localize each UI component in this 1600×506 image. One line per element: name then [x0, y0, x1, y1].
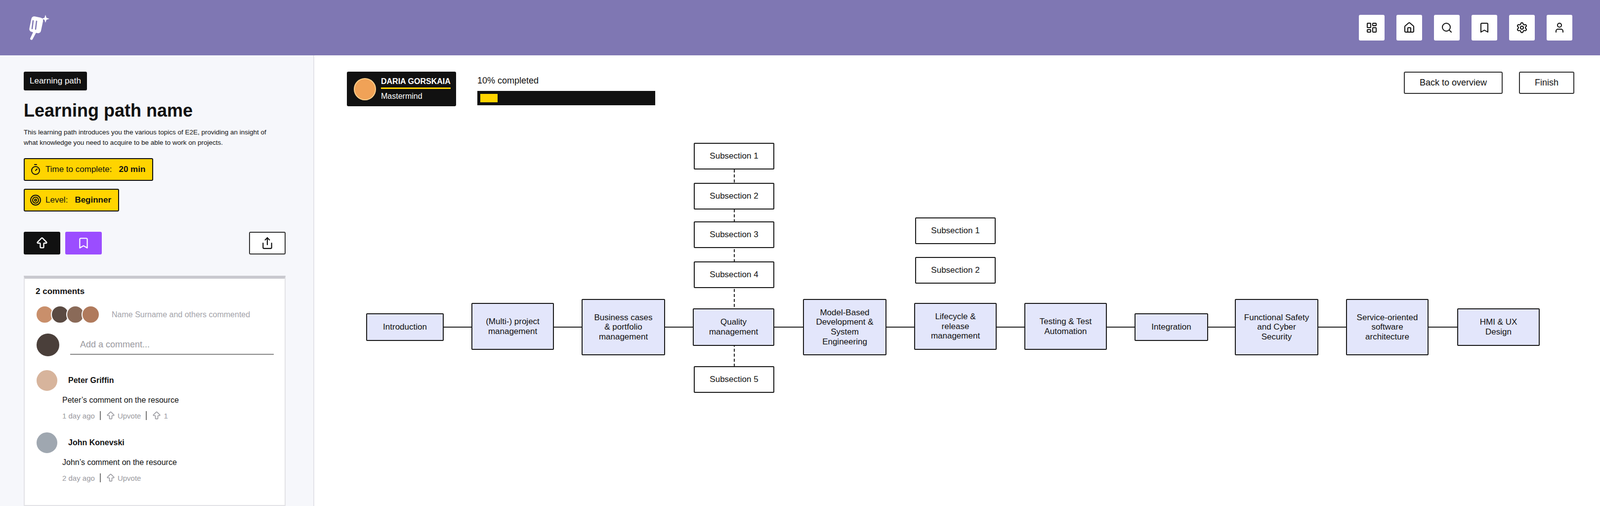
path-node[interactable]: Testing & Test Automation	[1024, 302, 1107, 350]
description: This learning path introduces you the va…	[23, 126, 271, 148]
user-role: Mastermind	[380, 91, 451, 101]
progress: 10% completed	[477, 71, 656, 106]
user-name: DARIA GORSKAIA	[380, 77, 451, 89]
top-bar	[0, 0, 1600, 56]
comment-input[interactable]	[70, 335, 274, 355]
title: Learning path name	[23, 100, 193, 122]
home-button[interactable]	[1396, 14, 1423, 41]
comment-upvote-button[interactable]: Upvote	[105, 472, 142, 483]
comment-author: Peter Griffin	[68, 376, 114, 385]
comment-meta: 2 day ago Upvote	[62, 472, 274, 483]
subsection-node[interactable]: Subsection 3	[693, 221, 775, 249]
comment-upvote-button[interactable]: Upvote	[105, 410, 142, 421]
main: DARIA GORSKAIA Mastermind 10% completed Bac…	[314, 55, 1600, 506]
comment-meta: 1 day ago Upvote 1	[62, 410, 274, 421]
type-badge: Learning path	[23, 71, 87, 91]
action-row	[23, 231, 286, 255]
timer-icon	[29, 163, 42, 176]
settings-button[interactable]	[1509, 14, 1535, 41]
subsection-node[interactable]: Subsection 1	[693, 142, 775, 170]
divider	[145, 411, 147, 421]
share-icon	[260, 236, 274, 250]
comment-avatar	[35, 431, 59, 455]
comment-time: 1 day ago	[62, 411, 95, 421]
commenters-row: Name Surname and others commented	[35, 305, 274, 324]
bookmark-button[interactable]	[65, 231, 102, 255]
upvote-count: 1	[151, 410, 168, 421]
upvote-icon	[105, 410, 116, 421]
share-button[interactable]	[249, 231, 286, 255]
back-button[interactable]: Back to overview	[1403, 71, 1503, 94]
path-node[interactable]: Business cases & portfolio management	[581, 298, 666, 356]
progress-track	[477, 90, 656, 106]
learning-path-diagram: Introduction (Multi-) project management B…	[346, 107, 1575, 506]
comment: John Konevski John’s comment on the resou…	[35, 431, 274, 483]
upvote-icon	[35, 236, 49, 251]
path-node[interactable]: Integration	[1134, 313, 1209, 341]
logo-icon[interactable]	[25, 13, 52, 42]
target-icon	[29, 194, 42, 207]
path-node[interactable]: Introduction	[366, 313, 444, 341]
path-node[interactable]: (Multi-) project management	[471, 302, 554, 350]
dashboard-button[interactable]	[1358, 14, 1385, 41]
comment-text: John’s comment on the resource	[62, 458, 274, 467]
subsection-node[interactable]: Subsection 4	[693, 261, 775, 289]
body: Learning path Learning path name This lear…	[0, 55, 1600, 506]
divider	[99, 411, 101, 421]
page: Learning path Learning path name This lear…	[0, 0, 1600, 506]
divider	[99, 473, 101, 483]
path-node[interactable]: Service-oriented software architecture	[1346, 298, 1429, 356]
gear-icon	[1515, 21, 1528, 34]
upvote-button[interactable]	[23, 231, 61, 255]
path-node[interactable]: Quality management	[692, 308, 775, 346]
commenters-summary: Name Surname and others commented	[111, 310, 251, 320]
progress-fill	[480, 93, 498, 103]
main-header: DARIA GORSKAIA Mastermind 10% completed Bac…	[346, 71, 1575, 108]
dashboard-icon	[1365, 21, 1378, 34]
comment-time: 2 day ago	[62, 473, 95, 483]
comment-text: Peter’s comment on the resource	[62, 395, 274, 405]
level-box: Level:Beginner	[23, 188, 120, 212]
comments-card: 2 comments Name Surname and others commen…	[23, 275, 286, 506]
search-icon	[1440, 21, 1453, 34]
path-node[interactable]: HMI & UX Design	[1457, 308, 1540, 346]
nav	[1358, 14, 1573, 41]
path-node[interactable]: Functional Safety and Cyber Security	[1234, 298, 1319, 356]
home-icon	[1403, 21, 1416, 34]
comment: Peter Griffin Peter’s comment on the reso…	[35, 369, 274, 421]
subsection-node[interactable]: Subsection 2	[915, 256, 996, 284]
add-comment-row	[35, 332, 274, 358]
path-node[interactable]: Lifecycle & release management	[914, 302, 997, 350]
progress-label: 10% completed	[477, 75, 656, 86]
user-badge: DARIA GORSKAIA Mastermind	[346, 71, 457, 107]
upvote-icon	[105, 472, 116, 483]
bookmarks-button[interactable]	[1471, 14, 1498, 41]
user-icon	[1553, 21, 1566, 34]
profile-button[interactable]	[1546, 14, 1573, 41]
header-buttons: Back to overview Finish	[1403, 71, 1575, 94]
subsection-node[interactable]: Subsection 2	[693, 182, 775, 210]
bookmark-icon	[1478, 21, 1491, 34]
user-avatar	[353, 78, 377, 101]
search-button[interactable]	[1433, 14, 1460, 41]
comment-author: John Konevski	[68, 438, 125, 448]
path-node[interactable]: Model-Based Development & System Enginee…	[802, 298, 887, 356]
time-box: Time to complete:20 min	[23, 158, 154, 181]
avatar-stack	[35, 305, 100, 324]
sidebar: Learning path Learning path name This lear…	[0, 55, 315, 506]
bookmark-icon	[77, 236, 90, 250]
comments-count: 2 comments	[35, 286, 274, 297]
comment-avatar	[35, 369, 59, 392]
upvote-icon	[151, 410, 162, 421]
finish-button[interactable]: Finish	[1518, 71, 1575, 94]
my-avatar	[35, 332, 61, 358]
subsection-node[interactable]: Subsection 1	[915, 217, 996, 245]
commenter-avatar	[81, 305, 100, 324]
subsection-node[interactable]: Subsection 5	[693, 366, 775, 393]
